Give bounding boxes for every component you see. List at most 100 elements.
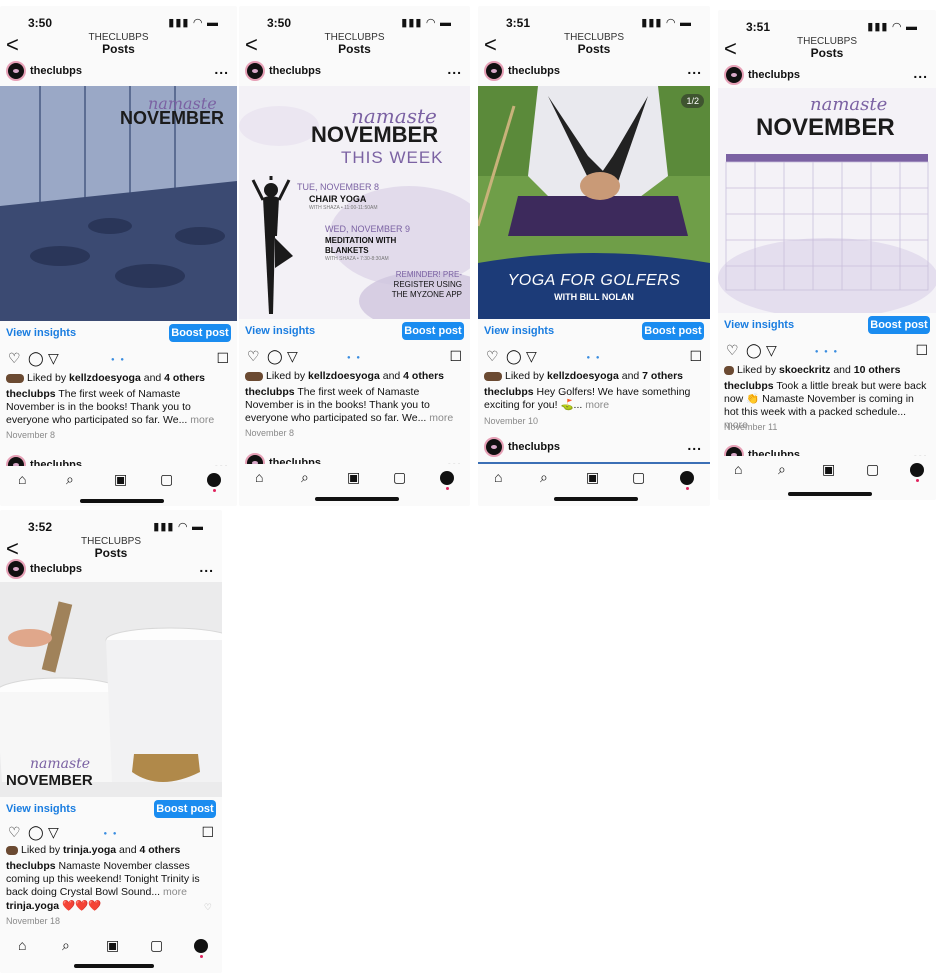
likes-others[interactable]: 10 others [854, 364, 901, 376]
comment-like-icon[interactable]: ♡ [204, 902, 212, 913]
likes-line[interactable]: Liked by kellzdoesyoga and 4 others [6, 372, 231, 384]
reels-icon[interactable]: ▣ [106, 937, 119, 954]
post-username[interactable]: theclubps [30, 65, 82, 77]
avatar[interactable] [6, 559, 26, 579]
comment-icon[interactable]: ◯ [28, 824, 44, 841]
back-icon[interactable]: < [484, 34, 497, 56]
comment-icon[interactable]: ◯ [506, 348, 522, 365]
profile-avatar-icon[interactable] [194, 939, 208, 958]
more-options-icon[interactable]: ... [447, 453, 462, 464]
likes-line[interactable]: Liked by trinja.yoga and 4 others [6, 844, 216, 856]
view-insights-link[interactable]: View insights [6, 327, 76, 339]
likes-user[interactable]: trinja.yoga [63, 844, 116, 856]
share-icon[interactable]: ▽ [48, 824, 59, 841]
comment-icon[interactable]: ◯ [746, 342, 762, 359]
caption-username[interactable]: theclubps [6, 388, 56, 400]
like-icon[interactable]: ♡ [8, 350, 21, 367]
boost-post-button[interactable]: Boost post [868, 316, 930, 334]
home-icon[interactable]: ⌂ [255, 469, 263, 485]
comment-icon[interactable]: ◯ [28, 350, 44, 367]
post-image[interactable]: 1/2 YOGA FOR GOLFERS WITH BILL NOLAN [478, 86, 710, 319]
profile-avatar-icon[interactable] [680, 471, 694, 490]
back-icon[interactable]: < [6, 34, 19, 56]
profile-avatar-icon[interactable] [207, 473, 221, 492]
comment-username[interactable]: trinja.yoga [6, 900, 59, 912]
next-post-username[interactable]: theclubps [269, 457, 321, 464]
shop-icon[interactable]: ▢ [632, 469, 645, 486]
share-icon[interactable]: ▽ [526, 348, 537, 365]
more-options-icon[interactable]: ... [447, 61, 462, 77]
likes-user[interactable]: skoeckritz [779, 364, 830, 376]
post-image[interactable]: namaste NOVEMBER [0, 582, 222, 797]
caption-more-link[interactable]: more [160, 886, 187, 898]
like-icon[interactable]: ♡ [8, 824, 21, 841]
avatar[interactable] [6, 455, 26, 466]
more-options-icon[interactable]: ... [687, 61, 702, 77]
likes-user[interactable]: kellzdoesyoga [308, 370, 380, 382]
avatar[interactable] [724, 445, 744, 456]
reels-icon[interactable]: ▣ [822, 461, 835, 478]
more-options-icon[interactable]: ... [214, 455, 229, 466]
view-insights-link[interactable]: View insights [245, 325, 315, 337]
likes-others[interactable]: 4 others [164, 372, 205, 384]
caption-username[interactable]: theclubps [484, 386, 534, 398]
caption-username[interactable]: theclubps [6, 860, 56, 872]
likes-line[interactable]: Liked by kellzdoesyoga and 4 others [245, 370, 464, 382]
shop-icon[interactable]: ▢ [866, 461, 879, 478]
back-icon[interactable]: < [245, 34, 258, 56]
view-insights-link[interactable]: View insights [724, 319, 794, 331]
caption-more-link[interactable]: more [426, 412, 453, 424]
post-username[interactable]: theclubps [30, 563, 82, 575]
next-post-username[interactable]: theclubps [748, 449, 800, 456]
comment-icon[interactable]: ◯ [267, 348, 283, 365]
like-icon[interactable]: ♡ [486, 348, 499, 365]
search-icon[interactable]: ⌕ [778, 461, 786, 478]
post-image[interactable]: namaste NOVEMBER [718, 88, 936, 313]
post-username[interactable]: theclubps [748, 69, 800, 81]
reels-icon[interactable]: ▣ [347, 469, 360, 486]
search-icon[interactable]: ⌕ [66, 471, 74, 488]
shop-icon[interactable]: ▢ [150, 937, 163, 954]
boost-post-button[interactable]: Boost post [169, 324, 231, 342]
likes-line[interactable]: Liked by kellzdoesyoga and 7 others [484, 370, 704, 382]
next-post-username[interactable]: theclubps [30, 459, 82, 466]
profile-avatar-icon[interactable] [440, 471, 454, 490]
more-options-icon[interactable]: ... [913, 445, 928, 456]
next-post-username[interactable]: theclubps [508, 441, 560, 453]
save-icon[interactable]: ☐ [201, 824, 214, 841]
post-image[interactable]: namaste NOVEMBER [0, 86, 237, 321]
shop-icon[interactable]: ▢ [160, 471, 173, 488]
caption-username[interactable]: theclubps [724, 380, 774, 392]
avatar[interactable] [724, 65, 744, 85]
save-icon[interactable]: ☐ [915, 342, 928, 359]
home-icon[interactable]: ⌂ [18, 937, 26, 953]
view-insights-link[interactable]: View insights [484, 325, 554, 337]
post-username[interactable]: theclubps [508, 65, 560, 77]
save-icon[interactable]: ☐ [689, 348, 702, 365]
shop-icon[interactable]: ▢ [393, 469, 406, 486]
view-insights-link[interactable]: View insights [6, 803, 76, 815]
save-icon[interactable]: ☐ [449, 348, 462, 365]
likes-others[interactable]: 7 others [642, 370, 683, 382]
more-options-icon[interactable]: ... [214, 61, 229, 77]
like-icon[interactable]: ♡ [726, 342, 739, 359]
share-icon[interactable]: ▽ [766, 342, 777, 359]
likes-line[interactable]: Liked by skoeckritz and 10 others [724, 364, 930, 376]
avatar[interactable] [245, 453, 265, 464]
like-icon[interactable]: ♡ [247, 348, 260, 365]
profile-avatar-icon[interactable] [910, 463, 924, 482]
more-options-icon[interactable]: ... [199, 559, 214, 575]
post-image[interactable]: namaste NOVEMBER THIS WEEK TUE, NOVEMBER… [239, 86, 470, 319]
caption-more-link[interactable]: more [582, 399, 609, 411]
avatar[interactable] [6, 61, 26, 81]
save-icon[interactable]: ☐ [216, 350, 229, 367]
avatar[interactable] [484, 61, 504, 81]
avatar[interactable] [484, 437, 504, 457]
reels-icon[interactable]: ▣ [586, 469, 599, 486]
share-icon[interactable]: ▽ [48, 350, 59, 367]
search-icon[interactable]: ⌕ [301, 469, 309, 486]
search-icon[interactable]: ⌕ [540, 469, 548, 486]
boost-post-button[interactable]: Boost post [642, 322, 704, 340]
post-username[interactable]: theclubps [269, 65, 321, 77]
likes-user[interactable]: kellzdoesyoga [547, 370, 619, 382]
